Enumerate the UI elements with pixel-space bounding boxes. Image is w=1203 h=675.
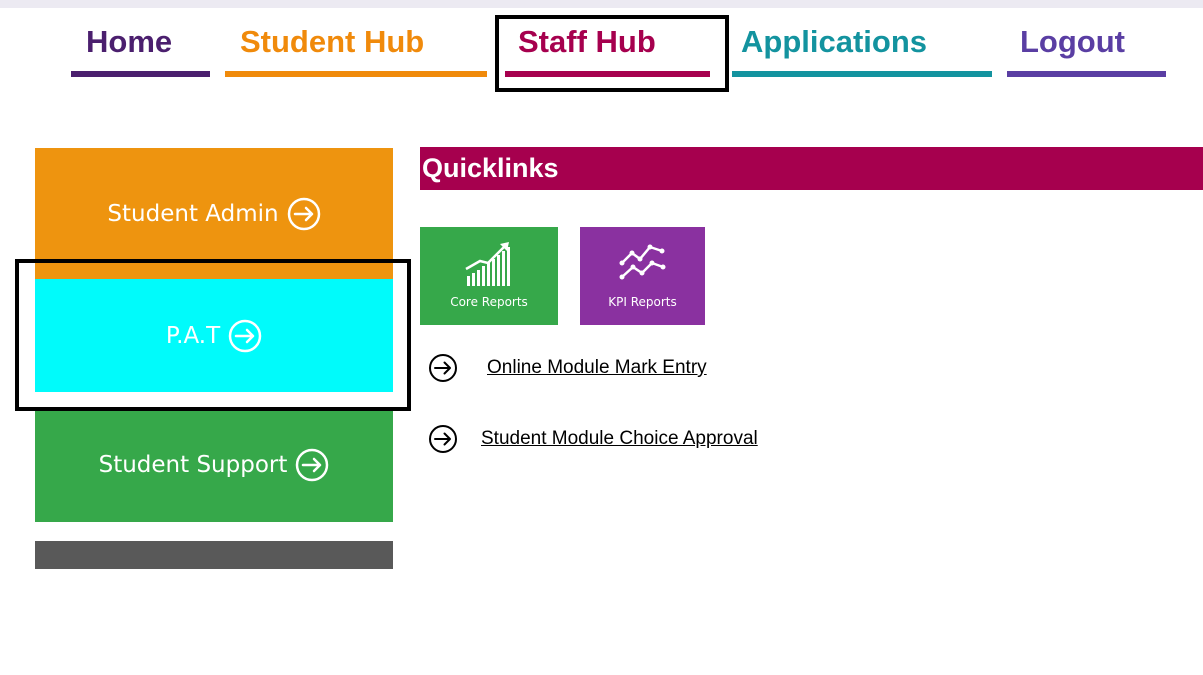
nav-home-link[interactable]: Home — [86, 22, 172, 62]
nav-logout-underline — [1007, 71, 1166, 77]
sidebar-footer-bar — [35, 541, 393, 569]
nav-applications-underline — [732, 71, 992, 77]
staff-hub-highlight-box — [495, 15, 729, 92]
sidebar-item-label: Student Support — [98, 452, 288, 478]
core-reports-label: Core Reports — [450, 295, 528, 309]
kpi-reports-label: KPI Reports — [608, 295, 677, 309]
sidebar-item-student-support[interactable]: Student Support — [35, 408, 393, 522]
arrow-circle-right-icon — [296, 448, 329, 482]
arrow-circle-right-icon — [287, 197, 320, 230]
core-reports-tile[interactable]: Core Reports — [420, 227, 558, 325]
nav-applications-link[interactable]: Applications — [741, 22, 927, 62]
online-module-mark-entry-link[interactable]: Online Module Mark Entry — [428, 353, 707, 383]
link-label[interactable]: Student Module Choice Approval — [481, 428, 758, 450]
bar-chart-growth-icon — [465, 242, 510, 286]
nav-student-hub-link[interactable]: Student Hub — [240, 22, 424, 62]
sidebar-item-label: Student Admin — [107, 200, 279, 227]
arrow-circle-right-icon — [429, 354, 457, 382]
quicklinks-header: Quicklinks — [420, 147, 1203, 190]
nav-logout-link[interactable]: Logout — [1020, 22, 1125, 62]
arrow-circle-right-icon — [429, 425, 457, 453]
nav-home-underline — [71, 71, 210, 77]
line-chart-icon — [619, 244, 666, 280]
pat-highlight-box — [15, 259, 411, 411]
kpi-reports-tile[interactable]: KPI Reports — [580, 227, 705, 325]
student-module-choice-approval-link[interactable]: Student Module Choice Approval — [428, 424, 758, 454]
link-label[interactable]: Online Module Mark Entry — [487, 357, 707, 379]
nav-student-hub-underline — [225, 71, 487, 77]
